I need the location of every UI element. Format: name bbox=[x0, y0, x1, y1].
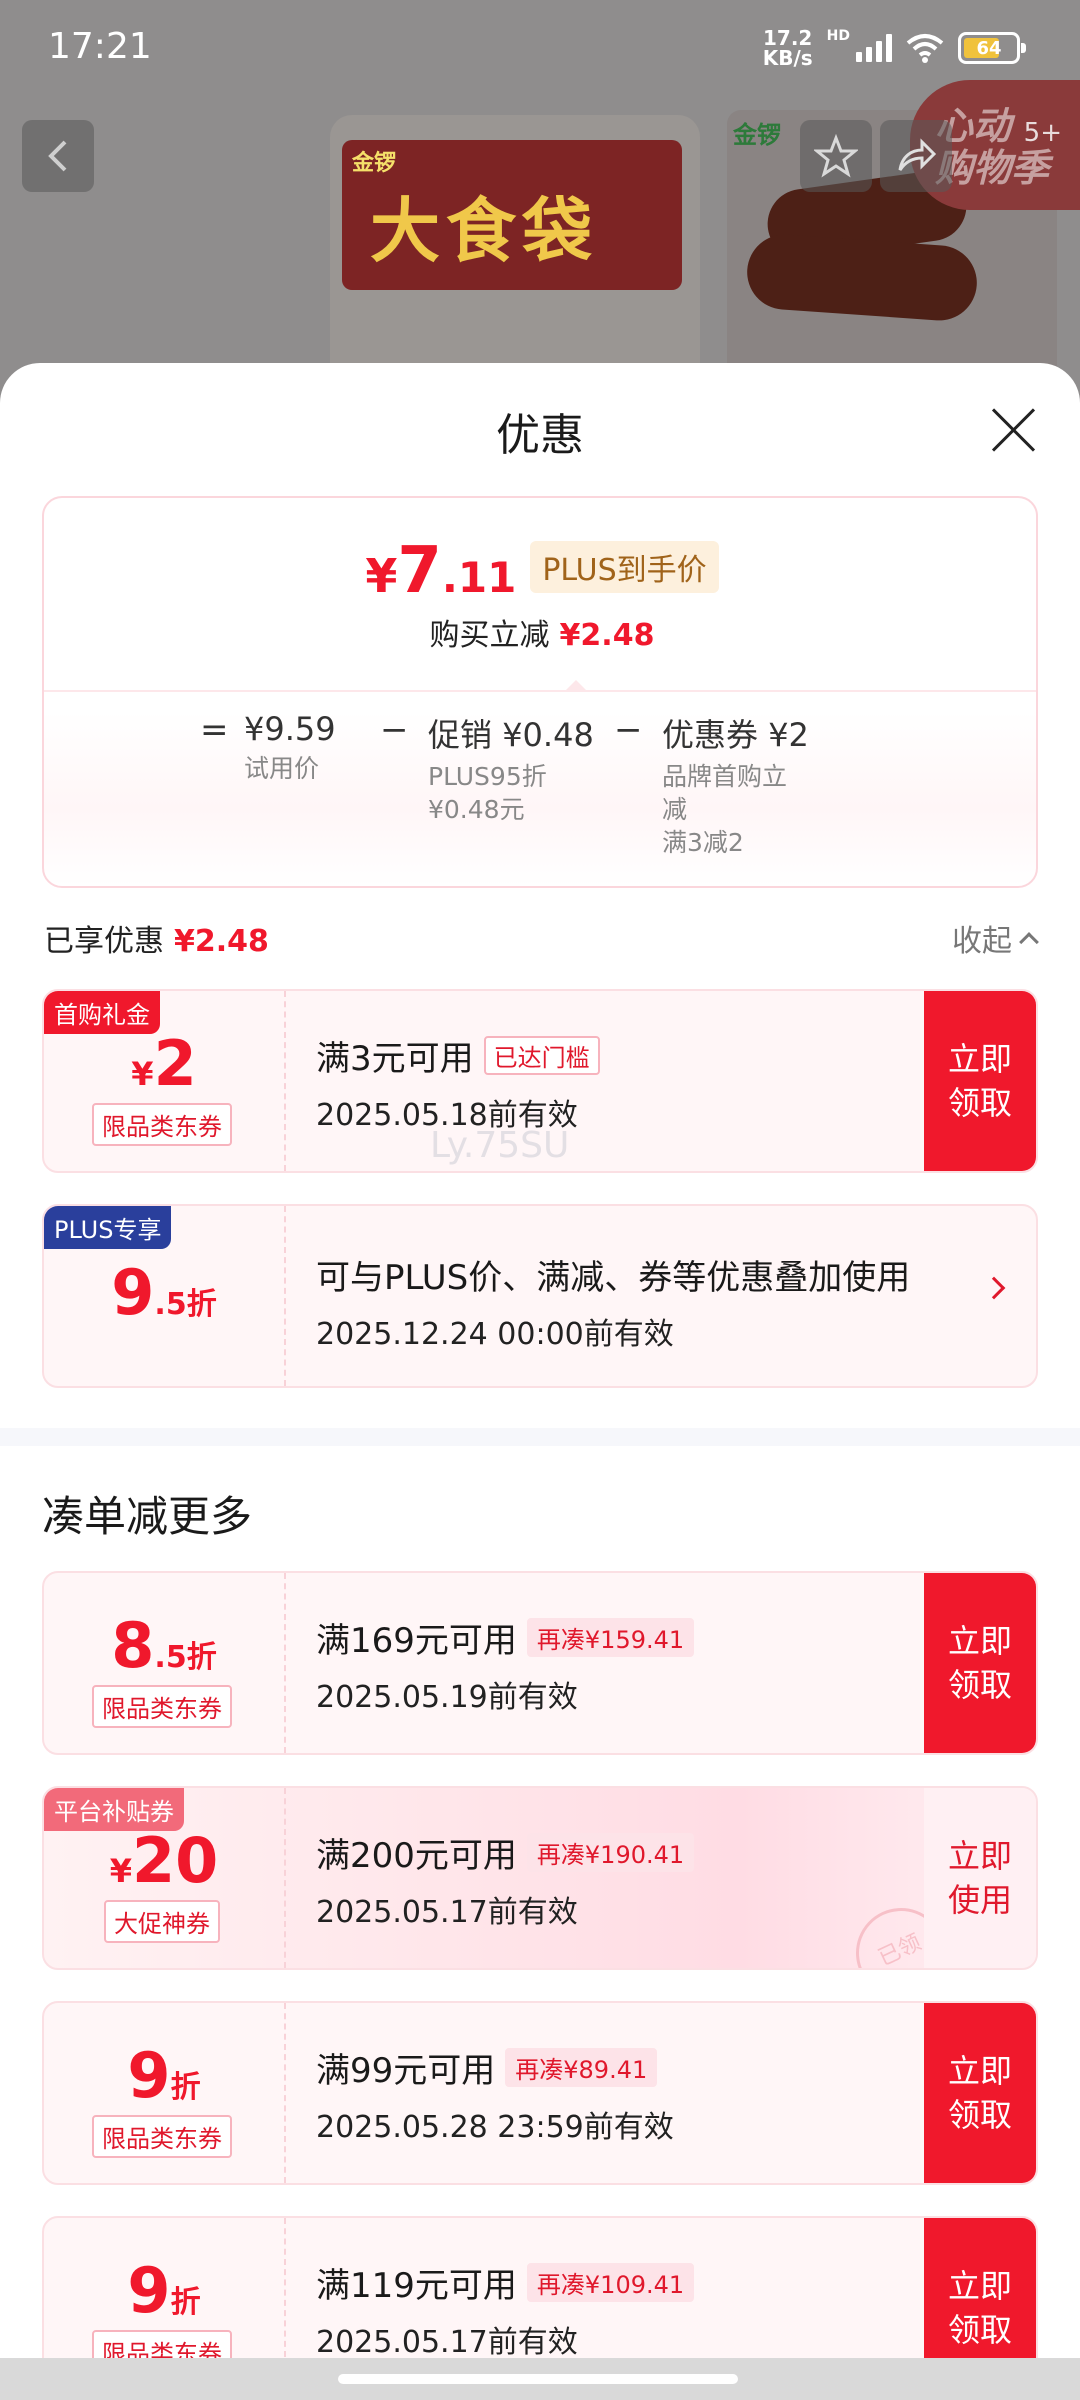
plus-discount-card[interactable]: 9.5折 PLUS专享 可与PLUS价、满减、券等优惠叠加使用 2025.12.… bbox=[42, 1204, 1038, 1388]
share-icon bbox=[898, 138, 937, 171]
system-nav-bar bbox=[0, 2358, 1080, 2400]
promo-count: 5+ bbox=[1023, 118, 1062, 148]
battery-level: 64 bbox=[976, 37, 1002, 59]
coupon-title: 满119元可用 再凑¥109.41 bbox=[316, 2258, 695, 2307]
promo-discount: 促销 ¥0.48 PLUS95折 ¥0.48元 bbox=[428, 716, 594, 824]
status-bar: 17:21 17.2 KB/s HD 64 bbox=[0, 0, 1080, 100]
price-summary-box: ¥7.11 PLUS到手价 购买立减 ¥2.48 = ¥9.59 试用价 − 促销… bbox=[42, 496, 1038, 888]
equals-sign: = bbox=[200, 710, 229, 750]
coupon-tag: 已达门槛 bbox=[483, 1036, 600, 1075]
wifi-icon bbox=[906, 34, 944, 63]
section-title: 凑单减更多 bbox=[42, 1492, 253, 1541]
final-price: ¥7.11 bbox=[365, 534, 517, 608]
product-title-label: 大食袋 bbox=[370, 190, 598, 272]
claim-button[interactable]: 立即 领取 bbox=[924, 991, 1036, 1171]
trial-price: ¥9.59 试用价 bbox=[244, 710, 336, 783]
coupon-value: 8.5折 bbox=[111, 1609, 217, 1682]
coupon-tag: 再凑¥89.41 bbox=[505, 2048, 658, 2087]
star-icon bbox=[814, 134, 858, 178]
coupon-card[interactable]: ¥20 大促神券 平台补贴券 满200元可用 再凑¥190.41 2025.05.… bbox=[42, 1786, 1038, 1970]
coupon-tag: 再凑¥109.41 bbox=[526, 2263, 695, 2302]
network-speed: 17.2 KB/s bbox=[762, 26, 813, 70]
coupon-tag: 再凑¥159.41 bbox=[526, 1618, 695, 1657]
coupon-value: 9折 bbox=[127, 2039, 201, 2112]
coupon-title: 满200元可用 再凑¥190.41 bbox=[316, 1828, 695, 1877]
coupon-discount: 优惠券 ¥2 品牌首购立减满3减2 bbox=[662, 716, 809, 857]
minus-sign: − bbox=[614, 710, 643, 750]
product-brand-label: 金锣 bbox=[352, 151, 397, 176]
share-button[interactable] bbox=[880, 120, 952, 192]
status-time: 17:21 bbox=[48, 26, 152, 67]
coupon-type: 大促神券 bbox=[104, 1900, 220, 1943]
use-button[interactable]: 立即 使用 bbox=[924, 1788, 1036, 1968]
coupon-title: 满99元可用 再凑¥89.41 bbox=[316, 2043, 674, 2092]
coupon-expiry: 2025.05.17前有效 bbox=[316, 1895, 578, 1930]
claim-button[interactable]: 立即 领取 bbox=[924, 2003, 1036, 2183]
coupon-expiry: 2025.05.17前有效 bbox=[316, 2325, 578, 2360]
coupon-expiry: 2025.05.19前有效 bbox=[316, 1680, 578, 1715]
minus-sign: − bbox=[380, 710, 409, 750]
coupon-type: 限品类东券 bbox=[92, 1103, 232, 1146]
coupon-title: 满3元可用 已达门槛 bbox=[316, 1031, 600, 1080]
coupon-card[interactable]: 9折 限品类东券 满99元可用 再凑¥89.41 2025.05.28 23:59… bbox=[42, 2001, 1038, 2185]
coupon-corner-badge: 平台补贴券 bbox=[44, 1788, 184, 1831]
secondary-brand-label: 金锣 bbox=[733, 121, 781, 149]
coupon-type: 限品类东券 bbox=[92, 1685, 232, 1728]
battery-icon: 64 bbox=[958, 32, 1026, 64]
coupon-value: 9折 bbox=[127, 2254, 201, 2327]
watermark: Ly.75SU bbox=[430, 1125, 570, 1166]
collapse-toggle[interactable]: 收起 bbox=[952, 916, 1039, 960]
coupon-value: 9.5折 bbox=[111, 1256, 217, 1329]
chevron-up-icon bbox=[1019, 932, 1039, 952]
discount-sheet: 优惠 ¥7.11 PLUS到手价 购买立减 ¥2.48 = ¥9.59 试用价 −… bbox=[0, 363, 1080, 2400]
chevron-left-icon bbox=[48, 140, 67, 172]
coupon-corner-badge: PLUS专享 bbox=[44, 1206, 172, 1249]
claim-button[interactable]: 立即 领取 bbox=[924, 1573, 1036, 1753]
chevron-right-icon[interactable] bbox=[982, 1276, 1006, 1300]
coupon-title: 可与PLUS价、满减、券等优惠叠加使用 bbox=[316, 1258, 911, 1298]
back-button[interactable] bbox=[22, 120, 94, 192]
sheet-title: 优惠 bbox=[496, 410, 584, 461]
home-gesture-handle[interactable] bbox=[338, 2374, 738, 2384]
instant-discount: 购买立减 ¥2.48 bbox=[429, 618, 655, 653]
coupon-value: ¥2 bbox=[131, 1027, 197, 1100]
coupon-title: 满169元可用 再凑¥159.41 bbox=[316, 1613, 695, 1662]
plus-price-tag: PLUS到手价 bbox=[530, 541, 719, 593]
signal-icon bbox=[856, 34, 892, 62]
coupon-expiry: 2025.12.24 00:00前有效 bbox=[316, 1317, 674, 1352]
close-button[interactable] bbox=[990, 407, 1036, 453]
coupon-expiry: 2025.05.28 23:59前有效 bbox=[316, 2110, 674, 2145]
coupon-card[interactable]: 8.5折 限品类东券 满169元可用 再凑¥159.41 2025.05.19前有… bbox=[42, 1571, 1038, 1755]
coupon-type: 限品类东券 bbox=[92, 2115, 232, 2158]
coupon-tag: 再凑¥190.41 bbox=[526, 1833, 695, 1872]
favorite-button[interactable] bbox=[800, 120, 872, 192]
enjoyed-discount: 已享优惠 ¥2.48 bbox=[44, 924, 269, 959]
coupon-value: ¥20 bbox=[109, 1824, 219, 1897]
hd-indicator: HD bbox=[826, 28, 850, 44]
coupon-corner-badge: 首购礼金 bbox=[44, 991, 160, 1034]
